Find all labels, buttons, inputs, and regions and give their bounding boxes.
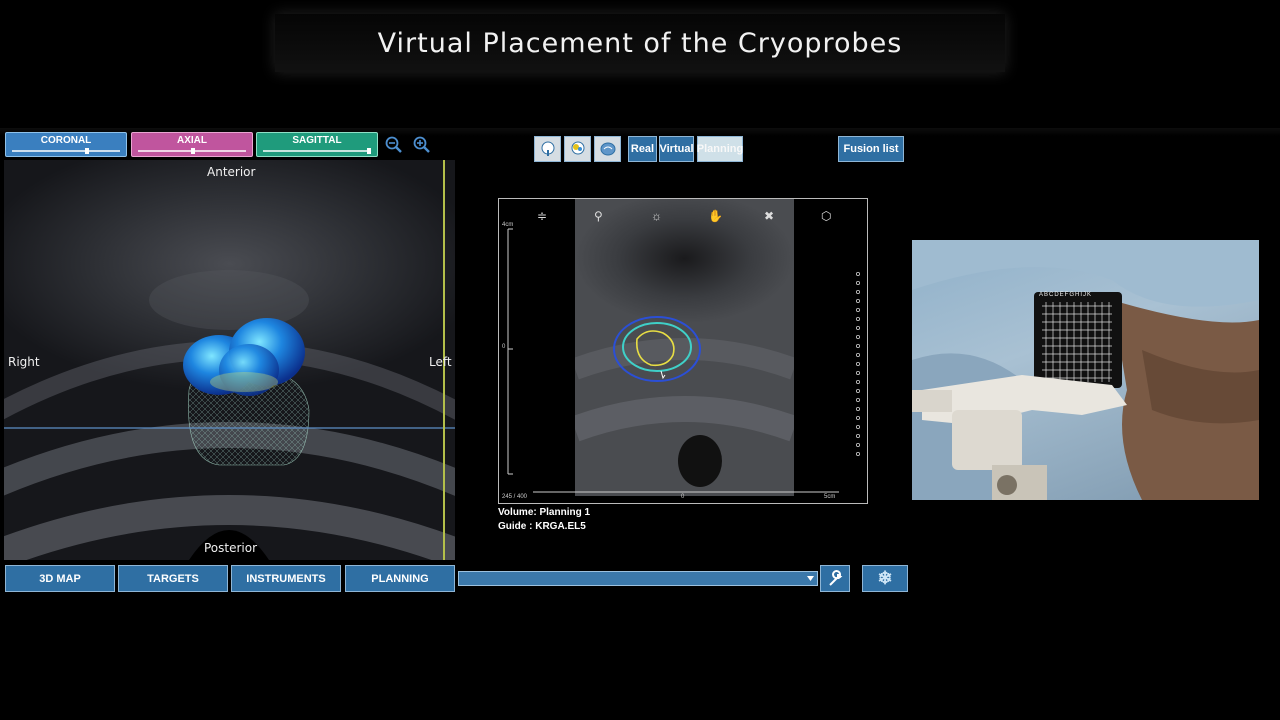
volume-info: Volume: Planning 1 [498, 507, 591, 518]
virtual-mode-button[interactable]: Virtual [659, 136, 694, 162]
wrench-icon [829, 569, 843, 586]
tab-sagittal-label: SAGITTAL [292, 135, 342, 146]
targets-label: TARGETS [147, 572, 199, 585]
fusion-list-button[interactable]: Fusion list [838, 136, 904, 162]
planning-mode-button[interactable]: Planning [697, 136, 743, 162]
tab-coronal-label: CORONAL [40, 135, 92, 146]
video-title: Virtual Placement of the Cryoprobes [275, 14, 1005, 72]
tab-axial-label: AXIAL [177, 135, 207, 146]
prostate-icon [541, 141, 554, 156]
label-posterior: Posterior [204, 541, 258, 555]
fusion-list-label: Fusion list [843, 143, 899, 155]
real-mode-label: Real [630, 143, 655, 155]
video-title-text: Virtual Placement of the Cryoprobes [377, 27, 903, 59]
scale-top-label: 4cm [502, 222, 514, 228]
scale-bottom-left-label: 0 [681, 494, 685, 500]
targets-button[interactable]: TARGETS [118, 565, 228, 592]
camera-scene [912, 240, 1259, 500]
3d-map-button[interactable]: 3D MAP [5, 565, 115, 592]
prostate-view-button[interactable] [534, 136, 561, 162]
zoom-in-icon[interactable] [413, 136, 431, 154]
prostate-target-icon [571, 141, 584, 155]
planning-ultrasound-view[interactable]: ≑ ⚲ ☼ ✋ ✖ ⬡ 4cm 0 245 / 400 0 5cm [498, 198, 868, 504]
scale-bottom-right-label: 5cm [824, 494, 836, 500]
scale-mid-label: 0 [502, 344, 506, 350]
settings-wrench-button[interactable] [820, 565, 850, 592]
label-anterior: Anterior [207, 165, 256, 179]
brain-view-button[interactable] [594, 136, 621, 162]
planning-dropdown[interactable] [458, 571, 818, 586]
label-left: Left [429, 355, 452, 369]
chevron-down-icon [807, 576, 814, 581]
template-grid-letters: ABCDEFGHIJK [1039, 292, 1093, 298]
brain-icon [600, 142, 615, 156]
coronal-slider-knob[interactable] [85, 148, 89, 154]
tab-coronal[interactable]: CORONAL [5, 132, 127, 157]
planning-mode-label: Planning [696, 143, 744, 155]
axial-slider-knob[interactable] [191, 148, 195, 154]
label-right: Right [8, 355, 40, 369]
axial-ultrasound-view[interactable]: Anterior Posterior Right Left [4, 160, 455, 560]
instruments-button[interactable]: INSTRUMENTS [231, 565, 341, 592]
real-mode-button[interactable]: Real [628, 136, 657, 162]
virtual-mode-label: Virtual [659, 143, 694, 155]
3d-map-label: 3D MAP [39, 572, 81, 585]
planning-button[interactable]: PLANNING [345, 565, 455, 592]
tab-sagittal[interactable]: SAGITTAL [256, 132, 378, 157]
guide-info: Guide : KRGA.EL5 [498, 521, 586, 532]
planning-label: PLANNING [371, 572, 429, 585]
frame-counter: 245 / 400 [502, 494, 528, 500]
snowflake-icon: ❄ [877, 568, 893, 588]
sagittal-slider[interactable] [263, 150, 371, 152]
sagittal-slider-knob[interactable] [367, 148, 371, 154]
tab-axial[interactable]: AXIAL [131, 132, 253, 157]
planning-scale-ruler [507, 228, 860, 493]
coronal-slider[interactable] [12, 150, 120, 152]
zoom-out-icon[interactable] [385, 136, 403, 154]
instruments-label: INSTRUMENTS [246, 572, 326, 585]
procedure-camera-photo: ABCDEFGHIJK [912, 240, 1259, 500]
ultrasound-render [4, 160, 455, 560]
prostate-target-button[interactable] [564, 136, 591, 162]
freeze-button[interactable]: ❄ [862, 565, 908, 592]
